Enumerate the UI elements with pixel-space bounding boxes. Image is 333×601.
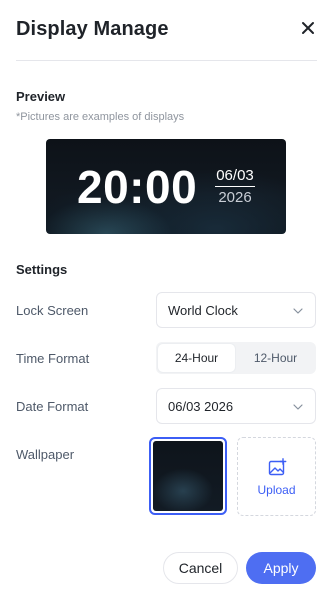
- wallpaper-image: [153, 441, 223, 511]
- wallpaper-upload-button[interactable]: Upload: [237, 437, 316, 516]
- dialog-header: Display Manage: [16, 0, 317, 61]
- wallpaper-thumbnail-selected[interactable]: [149, 437, 227, 515]
- chevron-down-icon: [293, 308, 303, 314]
- preview-time: 20:00: [77, 161, 198, 213]
- date-format-label: Date Format: [16, 399, 89, 414]
- upload-label: Upload: [257, 483, 296, 497]
- preview-date: 06/03: [215, 167, 255, 187]
- apply-button[interactable]: Apply: [246, 552, 316, 584]
- time-format-12-hour-option[interactable]: 12-Hour: [237, 344, 314, 372]
- lock-screen-value: World Clock: [168, 303, 238, 318]
- dialog-title: Display Manage: [16, 18, 169, 40]
- settings-section-title: Settings: [16, 262, 68, 277]
- time-format-24-hour-option[interactable]: 24-Hour: [158, 344, 235, 372]
- wallpaper-label: Wallpaper: [16, 447, 75, 462]
- time-format-toggle: 24-Hour 12-Hour: [156, 342, 316, 374]
- lock-screen-select[interactable]: World Clock: [156, 292, 316, 328]
- chevron-down-icon: [293, 404, 303, 410]
- date-format-value: 06/03 2026: [168, 399, 234, 414]
- date-format-select[interactable]: 06/03 2026: [156, 388, 316, 424]
- preview-hint: *Pictures are examples of displays: [16, 111, 185, 123]
- preview-section-title: Preview: [16, 89, 66, 104]
- lock-screen-label: Lock Screen: [16, 303, 89, 318]
- time-format-label: Time Format: [16, 351, 90, 366]
- image-add-icon: [268, 458, 287, 476]
- display-manage-dialog: Display Manage Preview *Pictures are exa…: [0, 0, 333, 601]
- display-preview: 20:00 06/03 2026: [46, 139, 286, 234]
- cancel-button[interactable]: Cancel: [163, 552, 238, 584]
- preview-year: 2026: [218, 189, 252, 206]
- close-icon[interactable]: [299, 19, 317, 37]
